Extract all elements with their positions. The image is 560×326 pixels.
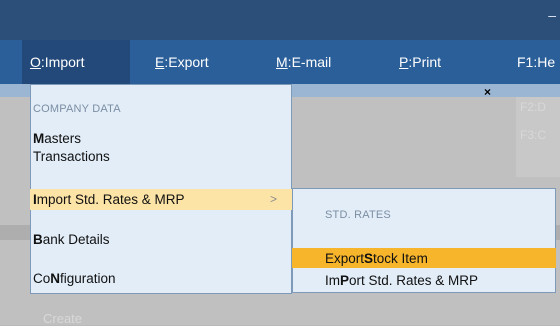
submenu-export-key: S	[364, 250, 374, 266]
submenu-import-key: P	[340, 273, 350, 288]
menu-item-import-text: mport Std. Rates & MRP	[36, 192, 185, 207]
menu-help-shortcut: F1	[517, 54, 534, 70]
submenu-export-prefix: Export	[325, 250, 365, 266]
menu-item-config-prefix: Co	[33, 271, 51, 286]
menu-help[interactable]: F1: He	[517, 40, 555, 84]
submenu-item-import-std-rates[interactable]: ImPort Std. Rates & MRP	[325, 273, 478, 288]
menu-email-label: E-mail	[291, 54, 332, 70]
section-heading-company-data: COMPANY DATA	[33, 103, 121, 115]
submenu-arrow-icon: >	[270, 192, 278, 206]
menu-print[interactable]: P: Print	[399, 40, 441, 84]
menu-import-label: Import	[44, 54, 85, 70]
right-button-f3[interactable]: F3:C	[520, 128, 546, 142]
menu-item-configuration[interactable]: CoNfiguration	[33, 271, 116, 286]
menu-import[interactable]: O: Import	[22, 40, 130, 84]
menu-print-label: Print	[412, 54, 442, 70]
menu-item-masters-key: M	[33, 131, 45, 146]
menu-item-config-key: N	[50, 271, 61, 286]
menu-item-masters[interactable]: Masters	[33, 131, 81, 146]
submenu-import-prefix: Im	[325, 273, 340, 288]
close-icon[interactable]: ×	[484, 85, 491, 99]
menu-item-bank-key: B	[33, 232, 43, 247]
submenu-import-text: ort Std. Rates & MRP	[349, 273, 479, 288]
right-button-f2[interactable]: F2:D	[520, 100, 546, 114]
menu-import-shortcut: O	[30, 54, 41, 70]
menu-item-bank-text: ank Details	[42, 232, 110, 247]
background-create-label: Create	[43, 311, 83, 326]
menu-export-label: Export	[168, 54, 209, 70]
menu-item-config-text: figuration	[60, 271, 116, 286]
submenu-export-text: tock Item	[373, 250, 428, 266]
menu-email-shortcut: M	[276, 54, 288, 70]
window-titlebar: –	[0, 0, 560, 40]
menu-email[interactable]: M: E-mail	[276, 40, 331, 84]
menu-print-shortcut: P	[399, 54, 409, 70]
submenu-item-export-stock-item[interactable]: Export Stock Item	[292, 248, 556, 268]
menu-help-label: He	[537, 54, 556, 70]
section-heading-std-rates: STD. RATES	[325, 209, 391, 221]
menu-item-masters-text: asters	[44, 131, 82, 146]
menu-item-bank-details[interactable]: Bank Details	[33, 232, 110, 247]
minimize-icon[interactable]: –	[548, 7, 556, 23]
menu-item-transactions[interactable]: Transactions	[33, 149, 110, 164]
top-menu-bar: O: Import E: Export M: E-mail P: Print F1: He	[0, 40, 560, 84]
menu-export[interactable]: E: Export	[155, 40, 209, 84]
menu-export-shortcut: E	[155, 54, 165, 70]
menu-item-import-std-rates[interactable]: Import Std. Rates & MRP	[30, 189, 292, 210]
